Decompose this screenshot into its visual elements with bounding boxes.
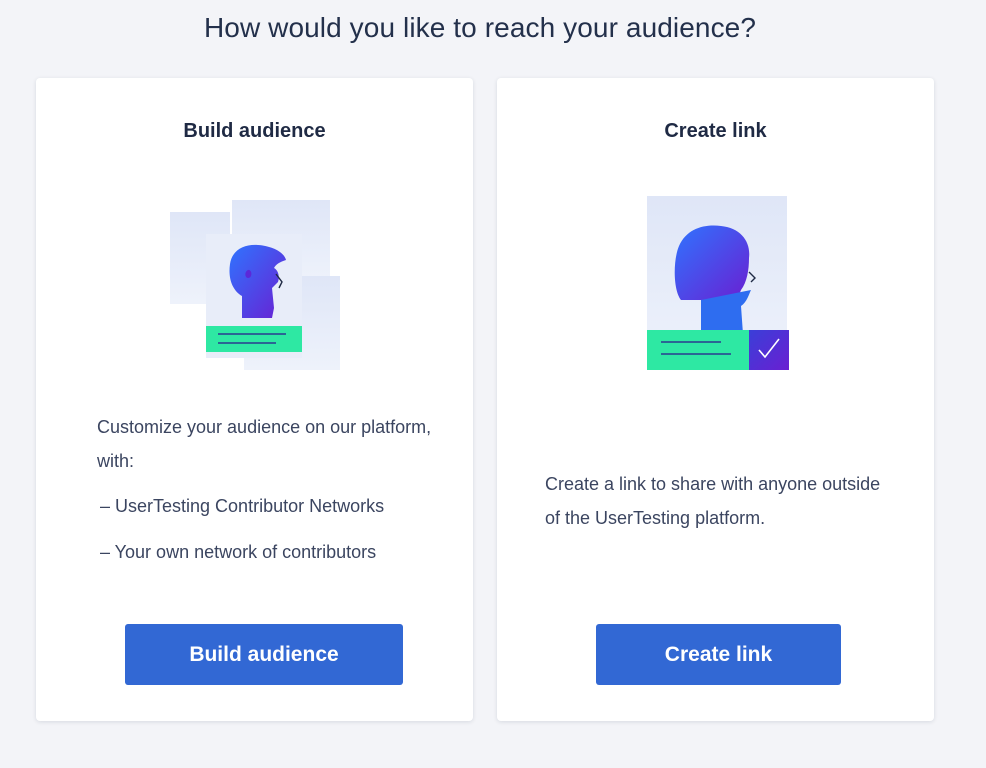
link-person-check-icon: [645, 194, 789, 372]
create-link-card: Create link Create a link to share with …: [497, 78, 934, 721]
audience-people-icon: [168, 198, 344, 374]
build-audience-card: Build audience Customize your audience o…: [36, 78, 473, 721]
create-link-description: Create a link to share with anyone outsi…: [545, 474, 881, 528]
build-audience-card-title: Build audience: [183, 120, 326, 142]
list-item: – UserTesting Contributor Networks: [100, 496, 385, 516]
create-link-button[interactable]: Create link: [596, 624, 841, 685]
build-audience-options-list: – UserTesting Contributor Networks – You…: [100, 489, 384, 581]
create-link-card-title: Create link: [664, 120, 767, 142]
page-title: How would you like to reach your audienc…: [203, 12, 757, 43]
build-audience-description: Customize your audience on our platform,…: [97, 417, 432, 471]
list-item: – Your own network of contributors: [100, 542, 377, 562]
build-audience-button[interactable]: Build audience: [125, 624, 403, 685]
page: How would you like to reach your audienc…: [0, 0, 986, 768]
